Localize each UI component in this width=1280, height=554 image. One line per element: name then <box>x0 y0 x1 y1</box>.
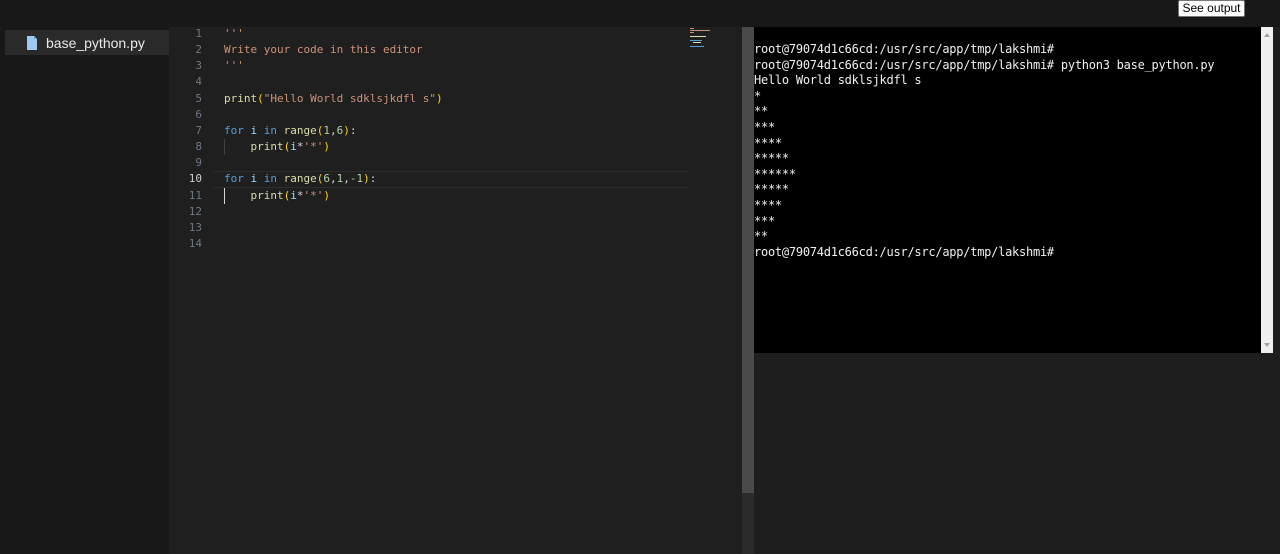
code-token: "Hello World sdklsjkdfl s" <box>263 91 436 105</box>
code-line: print(i*'*') <box>224 188 331 204</box>
code-line: ''' <box>224 26 244 42</box>
code-area[interactable]: ''' Write your code in this editor ''' prin… <box>224 27 694 554</box>
terminal-line: root@79074d1c66cd:/usr/src/app/tmp/laksh… <box>754 244 1054 259</box>
code-line: ''' <box>224 58 244 74</box>
code-token: 1 <box>323 123 330 137</box>
code-editor[interactable]: 1 2 3 4 5 6 7 8 9 10 11 12 13 14 ''' Write your code i… <box>169 27 742 554</box>
code-token: ) <box>323 140 330 154</box>
code-token: range <box>283 123 317 137</box>
code-token: print <box>224 91 258 105</box>
code-token: ) <box>343 123 350 137</box>
line-number: 9 <box>195 156 202 170</box>
terminal-line: ** <box>754 104 768 119</box>
scroll-down-arrow-icon[interactable] <box>1264 343 1270 347</box>
code-token: -1 <box>349 172 364 186</box>
file-icon <box>27 35 37 50</box>
line-number: 3 <box>195 59 202 73</box>
file-item-base-python[interactable]: base_python.py <box>5 30 169 55</box>
terminal-line: **** <box>754 198 782 212</box>
file-name: base_python.py <box>46 34 145 51</box>
code-token: print <box>250 188 284 202</box>
code-token: 6 <box>323 172 330 186</box>
output-panel: root@79074d1c66cd:/usr/src/app/tmp/laksh… <box>754 27 1280 554</box>
code-token: ) <box>435 91 443 105</box>
terminal-line: *** <box>754 120 775 134</box>
code-token: * <box>296 140 304 154</box>
code-token: in <box>263 172 277 186</box>
code-token: , <box>343 172 350 186</box>
line-number: 2 <box>195 43 202 57</box>
indent-guide <box>224 139 225 155</box>
terminal-line: ***** <box>754 182 789 197</box>
code-token: , <box>330 123 337 137</box>
line-number: 1 <box>195 27 202 40</box>
terminal-scrollbar[interactable] <box>1261 27 1273 353</box>
code-token: : <box>369 172 377 186</box>
terminal-line: root@79074d1c66cd:/usr/src/app/tmp/laksh… <box>754 57 1215 72</box>
terminal-line: * <box>754 88 761 103</box>
code-token: print <box>250 140 284 154</box>
code-line: for i in range(1,6): <box>224 123 357 139</box>
code-token: * <box>296 188 304 202</box>
line-number: 6 <box>195 107 202 121</box>
terminal-line: Hello World sdklsjkdfl s <box>754 73 922 88</box>
terminal-line: root@79074d1c66cd:/usr/src/app/tmp/laksh… <box>754 42 1054 56</box>
code-token: Write your code in this editor <box>224 43 423 57</box>
code-token: ''' <box>224 59 244 73</box>
line-number: 10 <box>188 172 202 186</box>
scrollbar-thumb[interactable] <box>742 27 754 493</box>
editor-scrollbar[interactable] <box>742 27 754 554</box>
line-number: 5 <box>195 91 202 105</box>
code-token: ) <box>363 172 370 186</box>
code-token: i <box>290 188 297 202</box>
line-number: 12 <box>188 204 202 218</box>
code-token: i <box>290 140 297 154</box>
text-cursor <box>224 188 225 204</box>
terminal-line: ***** <box>754 151 789 166</box>
code-token: for <box>224 172 244 186</box>
code-token: in <box>263 123 277 137</box>
code-token: : <box>349 123 357 137</box>
code-token: '*' <box>303 140 324 154</box>
line-number: 7 <box>195 123 202 137</box>
code-token: ) <box>323 188 330 202</box>
terminal-line: **** <box>754 135 782 150</box>
file-explorer: base_python.py <box>0 27 169 554</box>
scroll-up-arrow-icon[interactable] <box>1264 33 1270 37</box>
top-bar: See output <box>0 0 1280 27</box>
line-number-gutter: 1 2 3 4 5 6 7 8 9 10 11 12 13 14 <box>169 27 213 554</box>
see-output-button[interactable]: See output <box>1178 0 1245 17</box>
code-token: ( <box>257 91 264 105</box>
code-token: for <box>224 123 244 137</box>
terminal[interactable]: root@79074d1c66cd:/usr/src/app/tmp/laksh… <box>754 27 1261 353</box>
code-line: for i in range(6,1,-1): <box>224 171 376 187</box>
code-line: print(i*'*') <box>224 139 331 155</box>
code-token: , <box>330 172 337 186</box>
terminal-line: ** <box>754 229 768 244</box>
line-number: 4 <box>195 75 202 89</box>
terminal-line: ****** <box>754 166 796 181</box>
line-number: 8 <box>195 140 202 154</box>
terminal-line: *** <box>754 213 775 228</box>
line-number: 13 <box>188 220 202 234</box>
minimap[interactable] <box>690 27 720 47</box>
code-token: ''' <box>224 27 244 40</box>
code-line: print("Hello World sdklsjkdfl s") <box>224 91 443 107</box>
code-token: range <box>283 172 317 186</box>
code-token: '*' <box>303 188 324 202</box>
line-number: 14 <box>188 236 202 250</box>
line-number: 11 <box>188 188 202 202</box>
code-line: Write your code in this editor <box>224 42 423 58</box>
